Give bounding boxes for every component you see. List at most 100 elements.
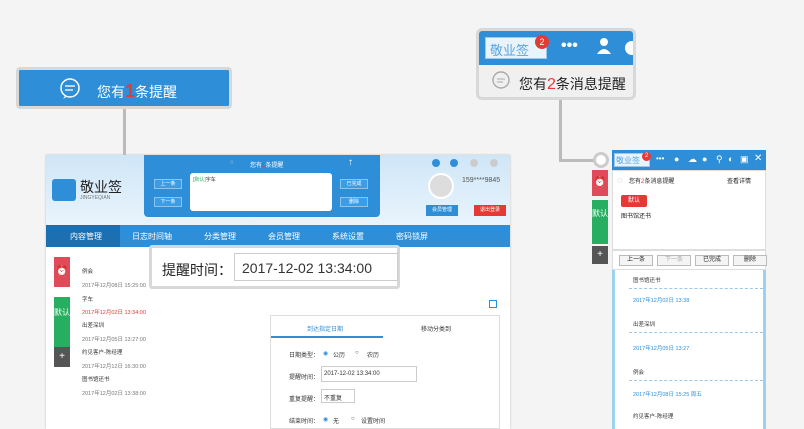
logout-button[interactable]: 退出登录 <box>474 205 506 216</box>
member-manage-button[interactable]: 会员管理 <box>426 205 458 216</box>
side-add-button[interactable]: + <box>54 347 70 367</box>
list-item-title[interactable]: 字车 <box>82 295 93 303</box>
nav-item-member[interactable]: 会员管理 <box>268 231 300 242</box>
delete-button[interactable]: 删除 <box>340 197 368 207</box>
app-window: 敬业签 JINGYEQIAN ◌ 您有1条提醒 ↑ 上一条 下一条 已完成 删除… <box>46 155 510 429</box>
list-item-date: 2017年12月08日 15:25:00 <box>82 283 146 289</box>
timeline-title[interactable]: 约见客户-陈经理 <box>633 412 673 420</box>
list-item-title[interactable]: 出差深圳 <box>82 321 104 329</box>
search-icon[interactable]: ⚲ <box>716 154 723 165</box>
tab-specified-date[interactable]: 到达指定日期 <box>307 324 343 333</box>
end-set-label: 设置时间 <box>361 419 386 425</box>
end-time-label: 结束时间： <box>289 419 320 425</box>
view-details-link[interactable]: 查看详情 <box>727 176 751 185</box>
more-icon[interactable]: ••• <box>656 154 664 163</box>
delete-button[interactable]: 删除 <box>733 255 767 266</box>
main-nav: 内容管理 日志时间轴 分类管理 会员管理 系统设置 密码锁屏 <box>46 225 510 247</box>
calendar-icon[interactable] <box>489 300 497 308</box>
next-button[interactable]: 下一条 <box>154 197 182 207</box>
timeline-date: 2017年12月08日 15:25 周五 <box>633 392 702 398</box>
user-group-icon[interactable]: ● <box>702 154 707 164</box>
list-item-date: 2017年12月02日 13:34:00 <box>82 310 146 316</box>
prev-button[interactable]: 上一条 <box>154 179 182 189</box>
done-button[interactable]: 已完成 <box>340 179 368 189</box>
chat-bubble-icon <box>59 78 81 100</box>
reminder-form: 到达指定日期 移动分类到 日期类型： ◉ 公历 ○ 农历 提醒时间： 2017-… <box>270 315 500 429</box>
list-item-title[interactable]: 例会 <box>82 267 93 275</box>
timeline-date: 2017年12月02日 13:38 <box>633 298 690 304</box>
android-icon[interactable] <box>490 159 498 167</box>
radio-set-time-icon[interactable]: ○ <box>351 416 355 422</box>
cloud-logo-icon <box>52 179 76 201</box>
list-item-title[interactable]: 约见客户-陈经理 <box>82 348 122 356</box>
remind-time-input[interactable]: 2017-12-02 13:34:00 <box>321 366 417 382</box>
timeline-date: 2017年12月05日 13:27 <box>633 346 690 352</box>
callout-messages: 敬业签 2 ••• 您有2条消息提醒 <box>476 28 636 100</box>
user-icon[interactable] <box>595 37 613 55</box>
callout-message: 您有1条提醒 <box>97 81 178 101</box>
close-icon[interactable]: ✕ <box>754 153 762 164</box>
widget-timeline: 图书馆还书 2017年12月02日 13:38 出差深圳 2017年12月05日… <box>612 270 766 429</box>
radio-none-icon[interactable]: ◉ <box>323 416 328 423</box>
gregorian-label: 公历 <box>333 353 346 359</box>
tab-move-category[interactable]: 移动分类到 <box>421 324 451 333</box>
desktop-widget: 敬业签 2 ••• ● ☁ ● ⚲ ◐ ▣ ✕ ◌ 您有2条消息提醒 查看详情 … <box>592 150 767 429</box>
end-none-label: 无 <box>333 419 340 425</box>
brand-subtitle: JINGYEQIAN <box>80 195 111 201</box>
remind-time-field[interactable]: 2017-12-02 13:34:00 <box>234 253 398 281</box>
repeat-select[interactable]: 不重复 <box>321 389 355 403</box>
reminder-popup: ◌ 您有1条提醒 ↑ 上一条 下一条 已完成 删除 [默认]字车 <box>144 155 380 217</box>
chat-bubble-icon: ◌ <box>617 175 623 185</box>
alarm-icon[interactable]: ⏰ <box>592 170 608 196</box>
list-item-title[interactable]: 图书馆还书 <box>82 375 110 383</box>
nav-item-content[interactable]: 内容管理 <box>70 231 102 242</box>
toggle-icon[interactable]: ◐ <box>728 154 733 164</box>
timeline-title[interactable]: 图书馆还书 <box>633 276 661 284</box>
nav-item-lock[interactable]: 密码锁屏 <box>396 231 428 242</box>
phone-number: 159****9845 <box>462 177 501 184</box>
radio-gregorian-icon[interactable]: ◉ <box>323 350 328 357</box>
default-tag: 默认 <box>621 195 647 207</box>
widget-toolbar: 敬业签 2 ••• ● ☁ ● ⚲ ◐ ▣ ✕ <box>612 150 766 170</box>
avatar[interactable] <box>428 173 454 199</box>
side-default-tab[interactable]: 默认 <box>592 200 608 244</box>
repeat-label: 重复提醒： <box>289 397 320 403</box>
list-item-date: 2017年12月05日 13:27:00 <box>82 337 146 343</box>
user-icon[interactable]: ● <box>674 154 679 164</box>
nav-item-settings[interactable]: 系统设置 <box>332 231 364 242</box>
apple-icon[interactable] <box>470 159 478 167</box>
side-add-button[interactable]: + <box>592 246 608 264</box>
lunar-label: 农历 <box>367 353 380 359</box>
widget-buttons: 上一条 下一条 已完成 删除 <box>612 250 767 270</box>
list-item-date: 2017年12月02日 13:38:00 <box>82 391 146 397</box>
timeline-title[interactable]: 例会 <box>633 368 644 376</box>
lock-icon[interactable]: ▣ <box>740 154 749 165</box>
nav-item-category[interactable]: 分类管理 <box>204 231 236 242</box>
arrow-up-icon[interactable]: ↑ <box>348 157 353 168</box>
cloud-icon[interactable] <box>625 41 633 55</box>
callout-message: 您有2条消息提醒 <box>519 76 626 93</box>
timeline-title[interactable]: 出差深圳 <box>633 320 655 328</box>
widget-message: 您有2条消息提醒 <box>629 179 675 185</box>
more-icon[interactable]: ••• <box>561 37 578 55</box>
prev-button[interactable]: 上一条 <box>619 255 653 266</box>
alarm-icon[interactable]: ⏰ <box>54 257 70 287</box>
nav-item-log[interactable]: 日志时间轴 <box>132 231 172 242</box>
side-default-tab[interactable]: 默认 <box>54 297 70 347</box>
cloud-icon[interactable]: ☁ <box>688 154 697 165</box>
next-button[interactable]: 下一条 <box>657 255 691 266</box>
popup-message: 您有1条提醒 <box>250 163 284 169</box>
windows-icon[interactable] <box>450 159 458 167</box>
tab-underline <box>271 336 383 338</box>
date-type-label: 日期类型： <box>289 353 320 359</box>
radio-lunar-icon[interactable]: ○ <box>355 350 359 356</box>
note-text: 图书馆还书 <box>621 214 652 220</box>
done-button[interactable]: 已完成 <box>695 255 729 266</box>
popup-chat-icon: ◌ <box>230 160 234 166</box>
chat-bubble-icon <box>491 71 511 91</box>
list-item-date: 2017年12月12日 16:30:00 <box>82 364 146 370</box>
callout-reminder: 您有1条提醒 <box>16 67 232 109</box>
remind-time-label: 提醒时间： <box>162 262 232 278</box>
ie-icon[interactable] <box>432 159 440 167</box>
badge-count: 2 <box>535 35 549 49</box>
